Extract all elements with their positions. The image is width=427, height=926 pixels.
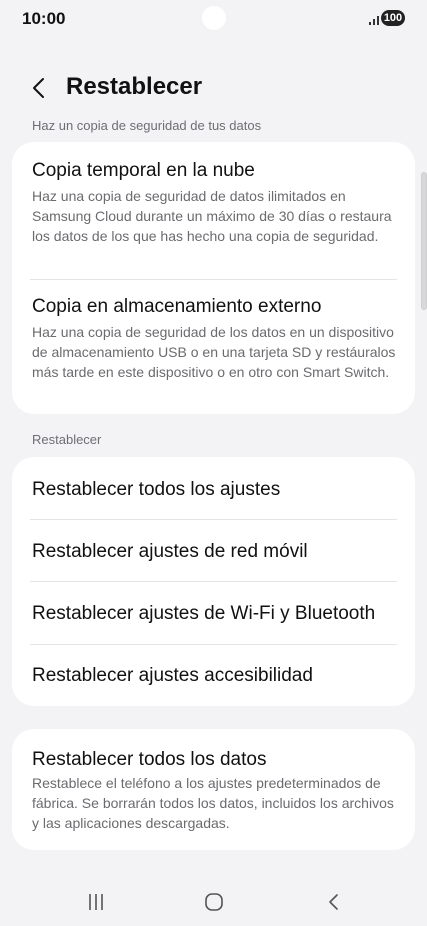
- reset-section-label: Restablecer: [32, 432, 102, 447]
- cloud-backup-title: Copia temporal en la nube: [32, 160, 255, 181]
- page-title: Restablecer: [66, 73, 203, 100]
- reset-accessibility-item[interactable]: Restablecer ajustes accesibilidad: [32, 665, 397, 687]
- recent-apps-icon[interactable]: [85, 892, 107, 912]
- backup-section-label: Haz un copia de seguridad de tus datos: [32, 118, 262, 133]
- factory-reset-card: Restablecer todos los datos Restablece e…: [12, 729, 415, 850]
- factory-reset-description: Restablece el teléfono a los ajustes pre…: [32, 775, 394, 831]
- battery-indicator: 100: [381, 10, 405, 26]
- divider: [30, 279, 397, 280]
- reset-wifi-bluetooth-item[interactable]: Restablecer ajustes de Wi-Fi y Bluetooth: [32, 603, 397, 625]
- reset-card: Restablecer todos los ajustes Restablece…: [12, 457, 415, 706]
- reset-mobile-network-item[interactable]: Restablecer ajustes de red móvil: [32, 541, 397, 563]
- cloud-backup-description: Haz una copia de seguridad de datos ilim…: [32, 188, 392, 244]
- external-backup-item[interactable]: Copia en almacenamiento externo Haz una …: [32, 296, 397, 382]
- factory-reset-item[interactable]: Restablecer todos los datos Restablece e…: [32, 749, 397, 833]
- external-backup-description: Haz una copia de seguridad de los datos …: [32, 324, 396, 380]
- chevron-left-icon[interactable]: [28, 76, 50, 100]
- divider: [30, 644, 397, 645]
- cloud-backup-item[interactable]: Copia temporal en la nube Haz una copia …: [32, 160, 397, 246]
- status-bar: 10:00 100: [0, 0, 427, 40]
- external-backup-title: Copia en almacenamiento externo: [32, 296, 322, 317]
- navigation-bar: [0, 870, 427, 926]
- divider: [30, 581, 397, 582]
- reset-all-settings-item[interactable]: Restablecer todos los ajustes: [32, 479, 397, 501]
- camera-cutout: [202, 6, 226, 30]
- factory-reset-title: Restablecer todos los datos: [32, 749, 267, 770]
- back-arrow-icon[interactable]: [326, 892, 342, 912]
- scrollbar[interactable]: [421, 172, 427, 310]
- header: Restablecer: [0, 68, 427, 108]
- home-icon[interactable]: [204, 892, 224, 912]
- divider: [30, 519, 397, 520]
- status-time: 10:00: [22, 9, 66, 28]
- backup-card: Copia temporal en la nube Haz una copia …: [12, 142, 415, 414]
